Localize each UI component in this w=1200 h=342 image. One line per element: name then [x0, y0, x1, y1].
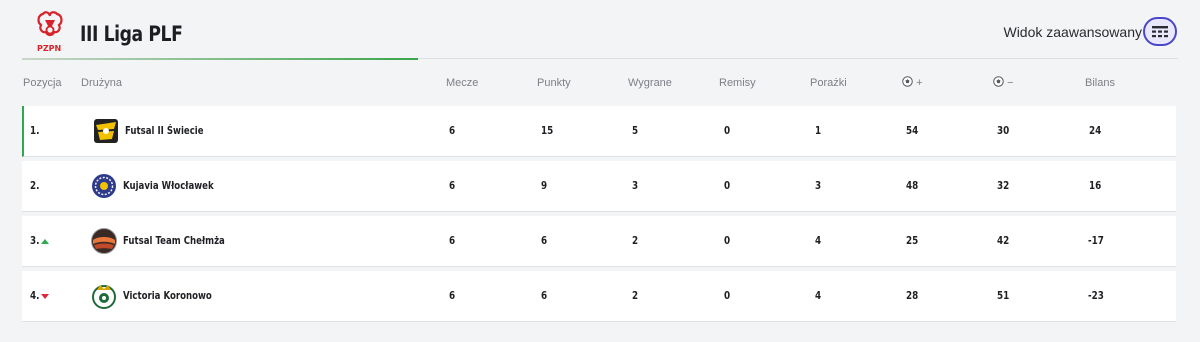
row-goals-for: 54 [906, 124, 919, 137]
column-header-position[interactable]: Pozycja [23, 77, 62, 89]
row-position: 2. [30, 179, 40, 192]
pzpn-logo-icon: PZPN [34, 10, 66, 54]
row-position: 3. [30, 234, 40, 247]
column-header-losses[interactable]: Porażki [810, 77, 847, 89]
swiecie-crest-icon [92, 117, 120, 145]
column-header-goals-for[interactable]: + [902, 76, 923, 89]
position-down-icon [41, 294, 49, 299]
row-draws: 0 [724, 234, 731, 247]
row-position: 4. [30, 289, 40, 302]
row-matches: 6 [449, 289, 456, 302]
row-matches: 6 [449, 234, 456, 247]
koronowo-crest-icon [90, 282, 118, 310]
row-balance: 16 [1089, 179, 1102, 192]
chelmza-crest-icon [90, 227, 118, 255]
advanced-view-label: Widok zaawansowany [1003, 24, 1142, 40]
football-icon [902, 76, 913, 87]
row-balance: 24 [1089, 124, 1102, 137]
row-goals-against: 42 [997, 234, 1010, 247]
row-draws: 0 [724, 179, 731, 192]
team-name[interactable]: Kujavia Włocławek [123, 179, 214, 192]
row-goals-for: 25 [906, 234, 919, 247]
column-header-goals-against[interactable]: − [993, 76, 1014, 89]
team-name[interactable]: Futsal Team Chełmża [123, 234, 225, 247]
table-row[interactable]: 2. Kujavia Włocławek 6 9 3 0 3 48 32 16 [22, 161, 1176, 212]
team-name[interactable]: Futsal II Świecie [125, 124, 204, 137]
header-accent-line [22, 58, 418, 60]
column-header-matches[interactable]: Mecze [446, 77, 478, 89]
row-matches: 6 [449, 124, 456, 137]
column-header-balance[interactable]: Bilans [1085, 77, 1115, 89]
row-goals-for: 28 [906, 289, 919, 302]
table-row[interactable]: 1. Futsal II Świecie 6 15 5 0 1 54 30 24 [22, 106, 1176, 157]
goals-against-sign: − [1007, 77, 1014, 89]
row-losses: 3 [815, 179, 822, 192]
table-view-icon [1152, 25, 1168, 37]
row-goals-for: 48 [906, 179, 919, 192]
table-row[interactable]: 4. Victoria Koronowo 6 6 2 0 4 28 51 -23 [22, 271, 1176, 322]
column-header-wins[interactable]: Wygrane [628, 77, 672, 89]
page-header: PZPN III Liga PLF Widok zaawansowany [0, 0, 1200, 60]
goals-for-sign: + [916, 77, 923, 89]
row-wins: 2 [632, 289, 639, 302]
football-icon [993, 76, 1004, 87]
row-points: 6 [541, 289, 548, 302]
row-points: 6 [541, 234, 548, 247]
row-points: 9 [541, 179, 548, 192]
column-header-team[interactable]: Drużyna [81, 77, 122, 89]
row-matches: 6 [449, 179, 456, 192]
row-balance: -17 [1088, 234, 1104, 247]
row-goals-against: 32 [997, 179, 1010, 192]
header-divider [418, 58, 1178, 59]
table-header: Pozycja Drużyna Mecze Punkty Wygrane Rem… [0, 74, 1200, 94]
row-draws: 0 [724, 124, 731, 137]
row-draws: 0 [724, 289, 731, 302]
row-losses: 4 [815, 234, 822, 247]
row-goals-against: 51 [997, 289, 1010, 302]
column-header-points[interactable]: Punkty [537, 77, 571, 89]
page-title: III Liga PLF [80, 22, 183, 46]
row-wins: 2 [632, 234, 639, 247]
row-points: 15 [541, 124, 554, 137]
column-header-draws[interactable]: Remisy [719, 77, 756, 89]
pzpn-logo-text: PZPN [37, 44, 62, 53]
row-wins: 3 [632, 179, 639, 192]
row-wins: 5 [632, 124, 639, 137]
advanced-view-toggle[interactable] [1143, 17, 1177, 46]
row-losses: 4 [815, 289, 822, 302]
row-position: 1. [30, 124, 40, 137]
kujavia-crest-icon [90, 172, 118, 200]
row-goals-against: 30 [997, 124, 1010, 137]
row-balance: -23 [1088, 289, 1104, 302]
table-row[interactable]: 3. Futsal Team Chełmża 6 6 2 0 4 25 42 -… [22, 216, 1176, 267]
team-name[interactable]: Victoria Koronowo [123, 289, 212, 302]
position-up-icon [41, 239, 49, 244]
row-losses: 1 [815, 124, 822, 137]
